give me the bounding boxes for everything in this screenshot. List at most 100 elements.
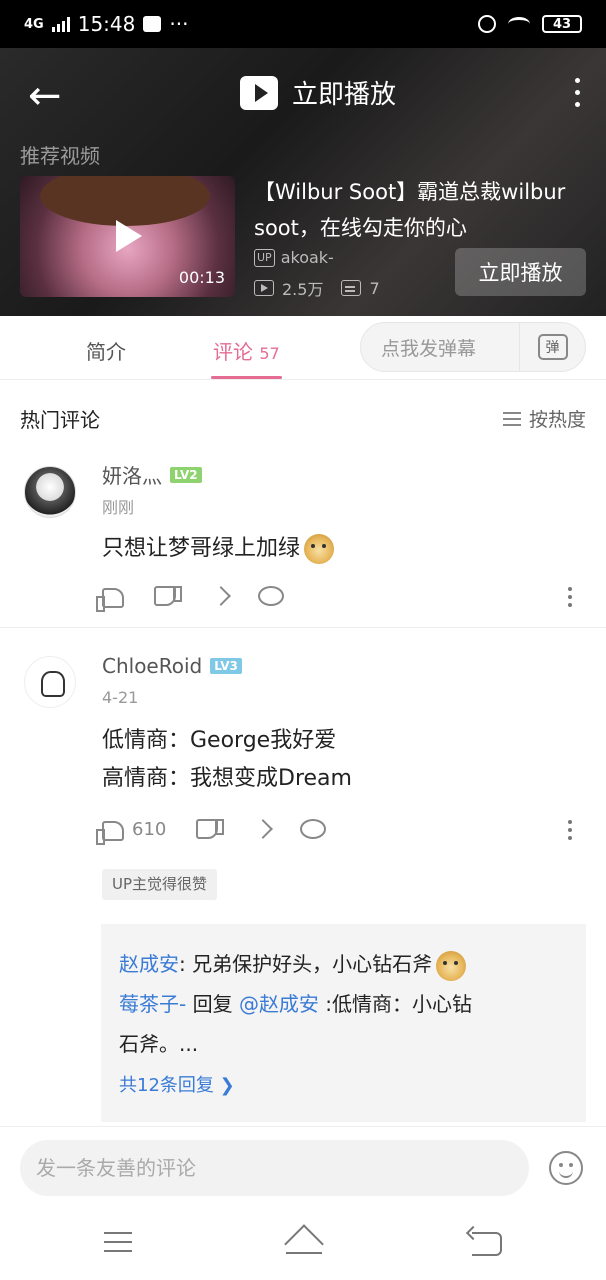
reply-item: 赵成安: 兄弟保护好头，小心钻石斧 bbox=[119, 944, 568, 984]
header-title: 立即播放 bbox=[292, 80, 397, 110]
hot-comments-title: 热门评论 bbox=[20, 408, 100, 432]
tabs-bar: 简介 评论 57 点我发弹幕 弹 bbox=[0, 316, 606, 380]
back-icon[interactable] bbox=[472, 1232, 502, 1256]
comment-username[interactable]: 妍洛灬 LV2 bbox=[102, 460, 202, 489]
comment-text: 只想让梦哥绿上加绿 bbox=[102, 530, 335, 568]
status-bar: 4G 15:48 ··· 43 bbox=[0, 0, 606, 48]
danmaku-send-box[interactable]: 点我发弹幕 弹 bbox=[360, 322, 586, 372]
thumbs-up-icon bbox=[96, 821, 124, 845]
battery-level: 43 bbox=[552, 16, 572, 32]
thumbs-up-icon bbox=[96, 588, 124, 612]
comment-more-icon[interactable] bbox=[568, 820, 572, 840]
like-button[interactable] bbox=[96, 584, 124, 612]
battery-icon: 43 bbox=[542, 15, 582, 33]
reply-item: 莓茶子- 回复 @赵成安 :低情商：小心钻 bbox=[119, 984, 568, 1024]
reply-icon bbox=[258, 586, 284, 606]
home-icon[interactable] bbox=[284, 1230, 324, 1258]
alarm-icon bbox=[478, 15, 496, 33]
sort-icon bbox=[502, 411, 521, 426]
comment-actions: 610 bbox=[96, 817, 356, 845]
reply-button[interactable] bbox=[300, 819, 327, 839]
view-all-replies-link[interactable]: 共12条回复 ❯ bbox=[119, 1064, 568, 1108]
level-badge: LV3 bbox=[210, 658, 242, 674]
comment-more-icon[interactable] bbox=[568, 587, 572, 607]
tab-comments[interactable]: 评论 57 bbox=[213, 336, 280, 365]
avatar[interactable] bbox=[24, 656, 76, 708]
play-now-button[interactable]: 立即播放 bbox=[455, 248, 586, 296]
like-button[interactable]: 610 bbox=[96, 817, 167, 845]
reply-mention[interactable]: @赵成安 bbox=[239, 992, 319, 1016]
level-badge: LV2 bbox=[170, 466, 202, 483]
danmaku-count: 7 bbox=[369, 278, 380, 298]
network-label: 4G bbox=[24, 16, 44, 32]
share-icon bbox=[211, 586, 231, 606]
doge-emoji-icon bbox=[436, 950, 467, 981]
reply-button[interactable] bbox=[258, 586, 284, 606]
sort-button[interactable]: 按热度 bbox=[502, 405, 586, 432]
comment-text: 低情商：George我好爱 高情商：我想变成Dream bbox=[102, 722, 352, 798]
sort-label: 按热度 bbox=[528, 409, 586, 431]
share-button[interactable] bbox=[206, 586, 231, 606]
doge-emoji-icon bbox=[304, 534, 335, 564]
video-stats: 2.5万 7 bbox=[254, 276, 380, 300]
tv-play-icon bbox=[240, 75, 278, 110]
tab-comments-label: 评论 bbox=[213, 340, 253, 364]
avatar[interactable] bbox=[24, 466, 76, 518]
system-nav-bar bbox=[0, 1212, 606, 1280]
reply-text: : 兄弟保护好头，小心钻石斧 bbox=[179, 952, 433, 976]
play-icon bbox=[116, 220, 142, 252]
emoji-icon[interactable] bbox=[549, 1151, 583, 1185]
up-liked-tag: UP主觉得很赞 bbox=[102, 869, 218, 900]
dislike-button[interactable] bbox=[196, 819, 225, 839]
comment-actions bbox=[96, 584, 314, 612]
tab-intro[interactable]: 简介 bbox=[86, 336, 126, 365]
video-hero: ← 立即播放 推荐视频 00:13 【Wilbur Soot】霸道总裁wilbu… bbox=[0, 48, 606, 316]
video-title[interactable]: 【Wilbur Soot】霸道总裁wilbur soot，在线勾走你的心 bbox=[254, 174, 594, 246]
back-arrow-icon[interactable]: ← bbox=[28, 76, 62, 116]
dislike-button[interactable] bbox=[154, 586, 182, 606]
comment-line: 低情商：George我好爱 bbox=[102, 728, 337, 753]
reply-preview-box[interactable]: 赵成安: 兄弟保护好头，小心钻石斧 莓茶子- 回复 @赵成安 :低情商：小心钻 … bbox=[101, 924, 586, 1122]
views-icon bbox=[254, 280, 274, 296]
video-thumbnail[interactable]: 00:13 bbox=[20, 176, 235, 297]
comment-line: 高情商：我想变成Dream bbox=[102, 766, 352, 791]
video-duration: 00:13 bbox=[178, 268, 225, 287]
reply-icon bbox=[300, 819, 327, 839]
up-badge: UP bbox=[254, 248, 275, 267]
comment-time: 4-21 bbox=[102, 688, 139, 707]
danmaku-placeholder: 点我发弹幕 bbox=[381, 337, 477, 360]
share-icon bbox=[253, 819, 274, 839]
reply-text: :低情商：小心钻 bbox=[318, 992, 473, 1016]
comment-username[interactable]: ChloeRoid LV3 bbox=[102, 654, 242, 678]
recommend-label: 推荐视频 bbox=[20, 144, 100, 168]
wifi-icon bbox=[508, 17, 530, 31]
comment-input-bar: 发一条友善的评论 bbox=[0, 1126, 606, 1212]
share-button[interactable] bbox=[248, 819, 274, 839]
reply-text-continued: 石斧。... bbox=[119, 1032, 199, 1056]
username-text: 妍洛灬 bbox=[102, 464, 162, 488]
like-count: 610 bbox=[132, 818, 167, 840]
message-icon bbox=[143, 16, 162, 32]
uploader-info: UP akoak- bbox=[254, 248, 334, 267]
reply-author[interactable]: 莓茶子- bbox=[119, 992, 186, 1016]
view-count: 2.5万 bbox=[282, 280, 324, 299]
more-options-icon[interactable] bbox=[575, 78, 580, 107]
username-text: ChloeRoid bbox=[102, 654, 203, 678]
comment-input[interactable]: 发一条友善的评论 bbox=[20, 1140, 529, 1196]
thumbs-down-icon bbox=[154, 586, 182, 606]
thumbs-down-icon bbox=[196, 819, 225, 839]
danmaku-toggle-button[interactable]: 弹 bbox=[519, 323, 585, 371]
comment-divider bbox=[0, 627, 606, 628]
play-now-header[interactable]: 立即播放 bbox=[240, 74, 396, 111]
signal-icon bbox=[51, 16, 70, 32]
tab-comments-count: 57 bbox=[259, 344, 280, 363]
comments-header: 热门评论 按热度 bbox=[20, 404, 586, 433]
menu-icon[interactable] bbox=[104, 1232, 132, 1252]
active-tab-indicator bbox=[211, 376, 282, 379]
danmaku-icon: 弹 bbox=[537, 334, 568, 360]
clock: 15:48 bbox=[77, 12, 136, 36]
reply-author[interactable]: 赵成安 bbox=[119, 952, 179, 976]
uploader-name: akoak- bbox=[280, 248, 334, 267]
comment-text-body: 只想让梦哥绿上加绿 bbox=[102, 536, 301, 561]
danmaku-count-icon bbox=[341, 280, 362, 296]
